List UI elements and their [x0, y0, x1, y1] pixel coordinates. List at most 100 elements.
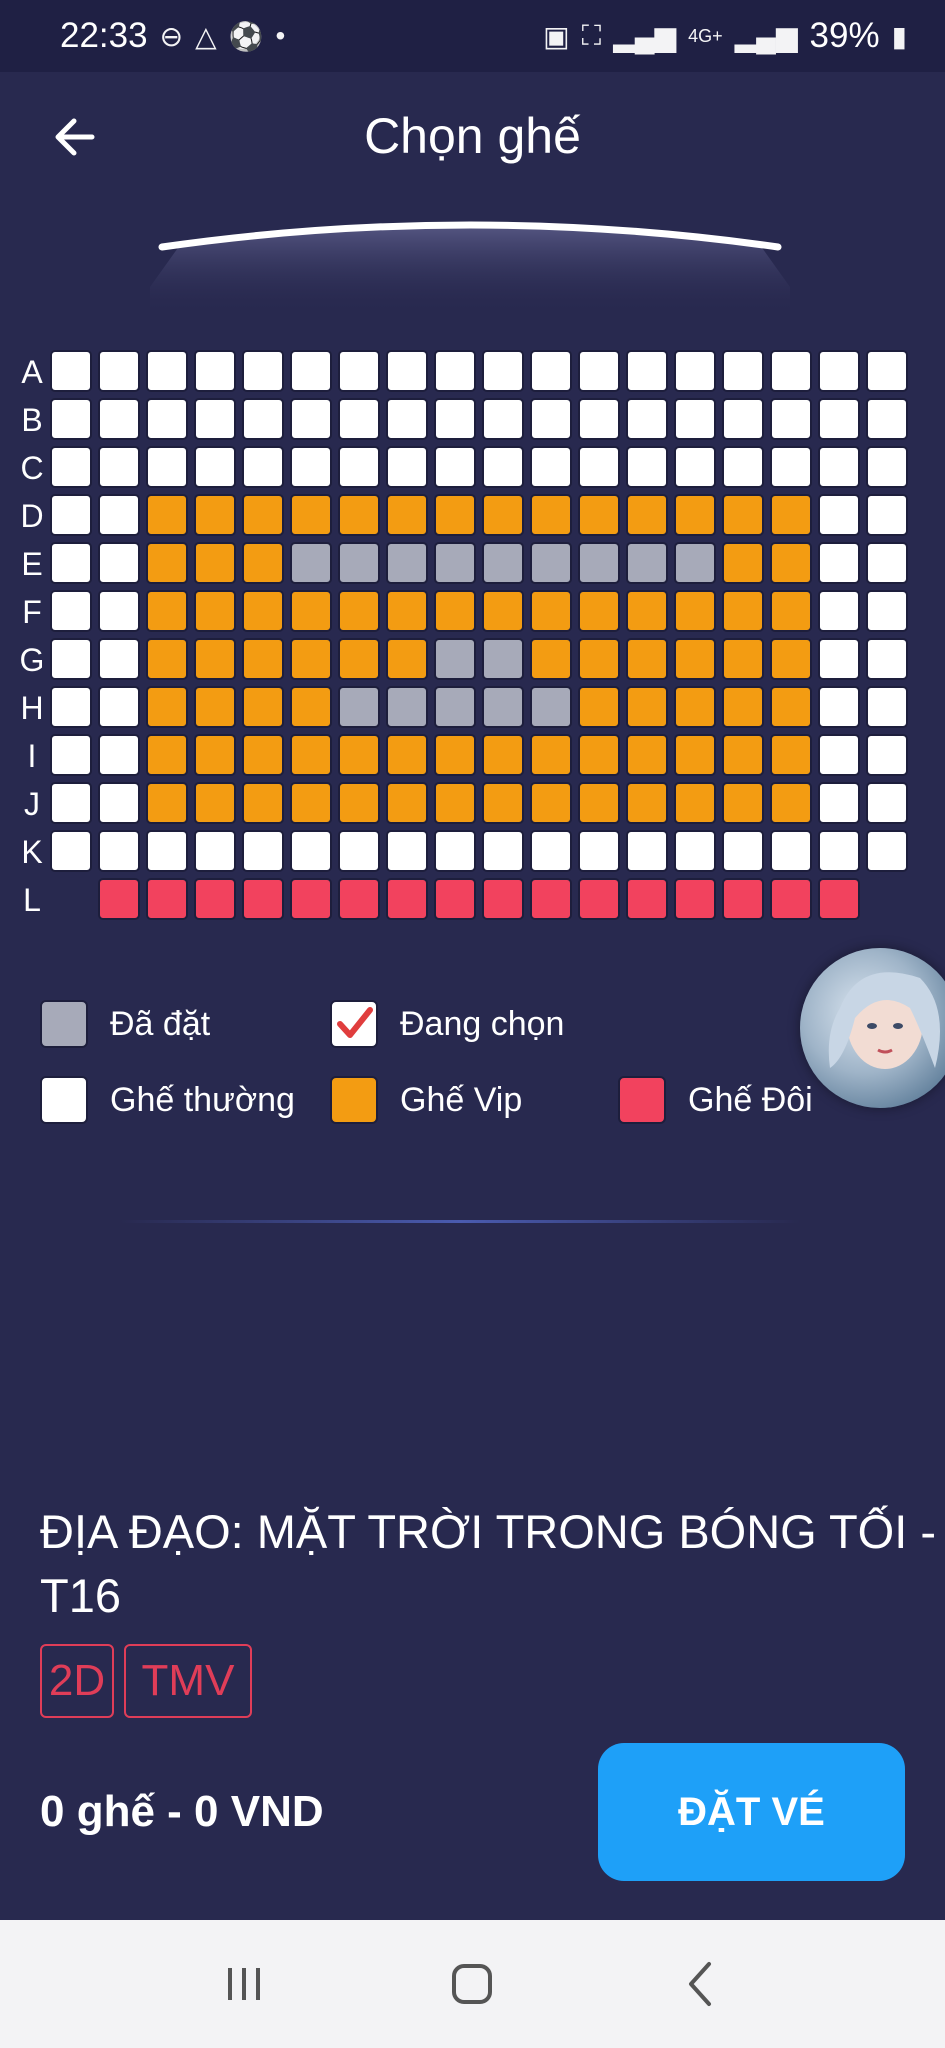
seat-normal[interactable] — [770, 446, 812, 488]
seat-normal[interactable] — [98, 734, 140, 776]
seat-vip[interactable] — [578, 734, 620, 776]
seat-vip[interactable] — [770, 638, 812, 680]
seat-normal[interactable] — [242, 350, 284, 392]
seat-vip[interactable] — [626, 494, 668, 536]
seat-vip[interactable] — [338, 494, 380, 536]
seat-normal[interactable] — [578, 398, 620, 440]
seat-normal[interactable] — [866, 542, 908, 584]
seat-double[interactable] — [242, 878, 284, 920]
seat-vip[interactable] — [290, 638, 332, 680]
seat-double[interactable] — [434, 878, 476, 920]
seat-normal[interactable] — [242, 830, 284, 872]
seat-vip[interactable] — [482, 734, 524, 776]
seat-normal[interactable] — [386, 830, 428, 872]
seat-vip[interactable] — [578, 638, 620, 680]
seat-double[interactable] — [770, 878, 812, 920]
seat-vip[interactable] — [386, 590, 428, 632]
seat-vip[interactable] — [626, 686, 668, 728]
seat-normal[interactable] — [770, 830, 812, 872]
seat-vip[interactable] — [674, 638, 716, 680]
seat-double[interactable] — [386, 878, 428, 920]
seat-vip[interactable] — [530, 590, 572, 632]
seat-normal[interactable] — [50, 734, 92, 776]
seat-normal[interactable] — [146, 350, 188, 392]
seat-vip[interactable] — [194, 542, 236, 584]
seat-vip[interactable] — [578, 590, 620, 632]
seat-double[interactable] — [818, 878, 860, 920]
seat-vip[interactable] — [482, 782, 524, 824]
seat-normal[interactable] — [626, 398, 668, 440]
seat-vip[interactable] — [722, 734, 764, 776]
seat-normal[interactable] — [866, 446, 908, 488]
seat-normal[interactable] — [50, 590, 92, 632]
seat-normal[interactable] — [866, 830, 908, 872]
seat-normal[interactable] — [434, 446, 476, 488]
seat-normal[interactable] — [866, 782, 908, 824]
seat-normal[interactable] — [98, 398, 140, 440]
seat-vip[interactable] — [194, 638, 236, 680]
seat-normal[interactable] — [722, 830, 764, 872]
seat-vip[interactable] — [530, 782, 572, 824]
seat-normal[interactable] — [50, 542, 92, 584]
seat-normal[interactable] — [98, 350, 140, 392]
recent-apps-button[interactable] — [204, 1944, 284, 2024]
seat-vip[interactable] — [578, 494, 620, 536]
seat-normal[interactable] — [866, 398, 908, 440]
seat-double[interactable] — [482, 878, 524, 920]
seat-vip[interactable] — [242, 734, 284, 776]
seat-vip[interactable] — [290, 734, 332, 776]
seat-vip[interactable] — [770, 542, 812, 584]
seat-vip[interactable] — [338, 638, 380, 680]
seat-normal[interactable] — [98, 542, 140, 584]
seat-vip[interactable] — [770, 686, 812, 728]
seat-vip[interactable] — [722, 782, 764, 824]
seat-vip[interactable] — [626, 734, 668, 776]
seat-normal[interactable] — [146, 398, 188, 440]
seat-normal[interactable] — [770, 398, 812, 440]
seat-vip[interactable] — [290, 590, 332, 632]
floating-avatar[interactable] — [800, 948, 945, 1108]
seat-vip[interactable] — [146, 494, 188, 536]
seat-double[interactable] — [98, 878, 140, 920]
seat-normal[interactable] — [434, 398, 476, 440]
seat-normal[interactable] — [98, 446, 140, 488]
seat-normal[interactable] — [722, 350, 764, 392]
seat-normal[interactable] — [50, 782, 92, 824]
seat-vip[interactable] — [338, 782, 380, 824]
seat-normal[interactable] — [290, 446, 332, 488]
seat-vip[interactable] — [770, 590, 812, 632]
seat-normal[interactable] — [386, 350, 428, 392]
seat-vip[interactable] — [194, 782, 236, 824]
seat-vip[interactable] — [290, 686, 332, 728]
seat-vip[interactable] — [146, 782, 188, 824]
seat-normal[interactable] — [626, 446, 668, 488]
seat-normal[interactable] — [98, 686, 140, 728]
seat-normal[interactable] — [626, 830, 668, 872]
seat-normal[interactable] — [98, 830, 140, 872]
seat-vip[interactable] — [674, 494, 716, 536]
seat-vip[interactable] — [626, 782, 668, 824]
seat-normal[interactable] — [290, 350, 332, 392]
seat-vip[interactable] — [626, 638, 668, 680]
seat-vip[interactable] — [674, 686, 716, 728]
seat-vip[interactable] — [530, 638, 572, 680]
seat-vip[interactable] — [242, 782, 284, 824]
seat-normal[interactable] — [290, 830, 332, 872]
seat-normal[interactable] — [98, 638, 140, 680]
seat-vip[interactable] — [530, 494, 572, 536]
seat-normal[interactable] — [578, 350, 620, 392]
seat-normal[interactable] — [866, 686, 908, 728]
seat-vip[interactable] — [722, 638, 764, 680]
seat-vip[interactable] — [770, 782, 812, 824]
seat-vip[interactable] — [578, 686, 620, 728]
seat-normal[interactable] — [338, 446, 380, 488]
seat-vip[interactable] — [242, 638, 284, 680]
seat-normal[interactable] — [242, 446, 284, 488]
seat-vip[interactable] — [674, 734, 716, 776]
seat-normal[interactable] — [818, 590, 860, 632]
seat-normal[interactable] — [578, 830, 620, 872]
seat-vip[interactable] — [434, 782, 476, 824]
seat-normal[interactable] — [530, 350, 572, 392]
seat-normal[interactable] — [530, 830, 572, 872]
seat-normal[interactable] — [482, 446, 524, 488]
